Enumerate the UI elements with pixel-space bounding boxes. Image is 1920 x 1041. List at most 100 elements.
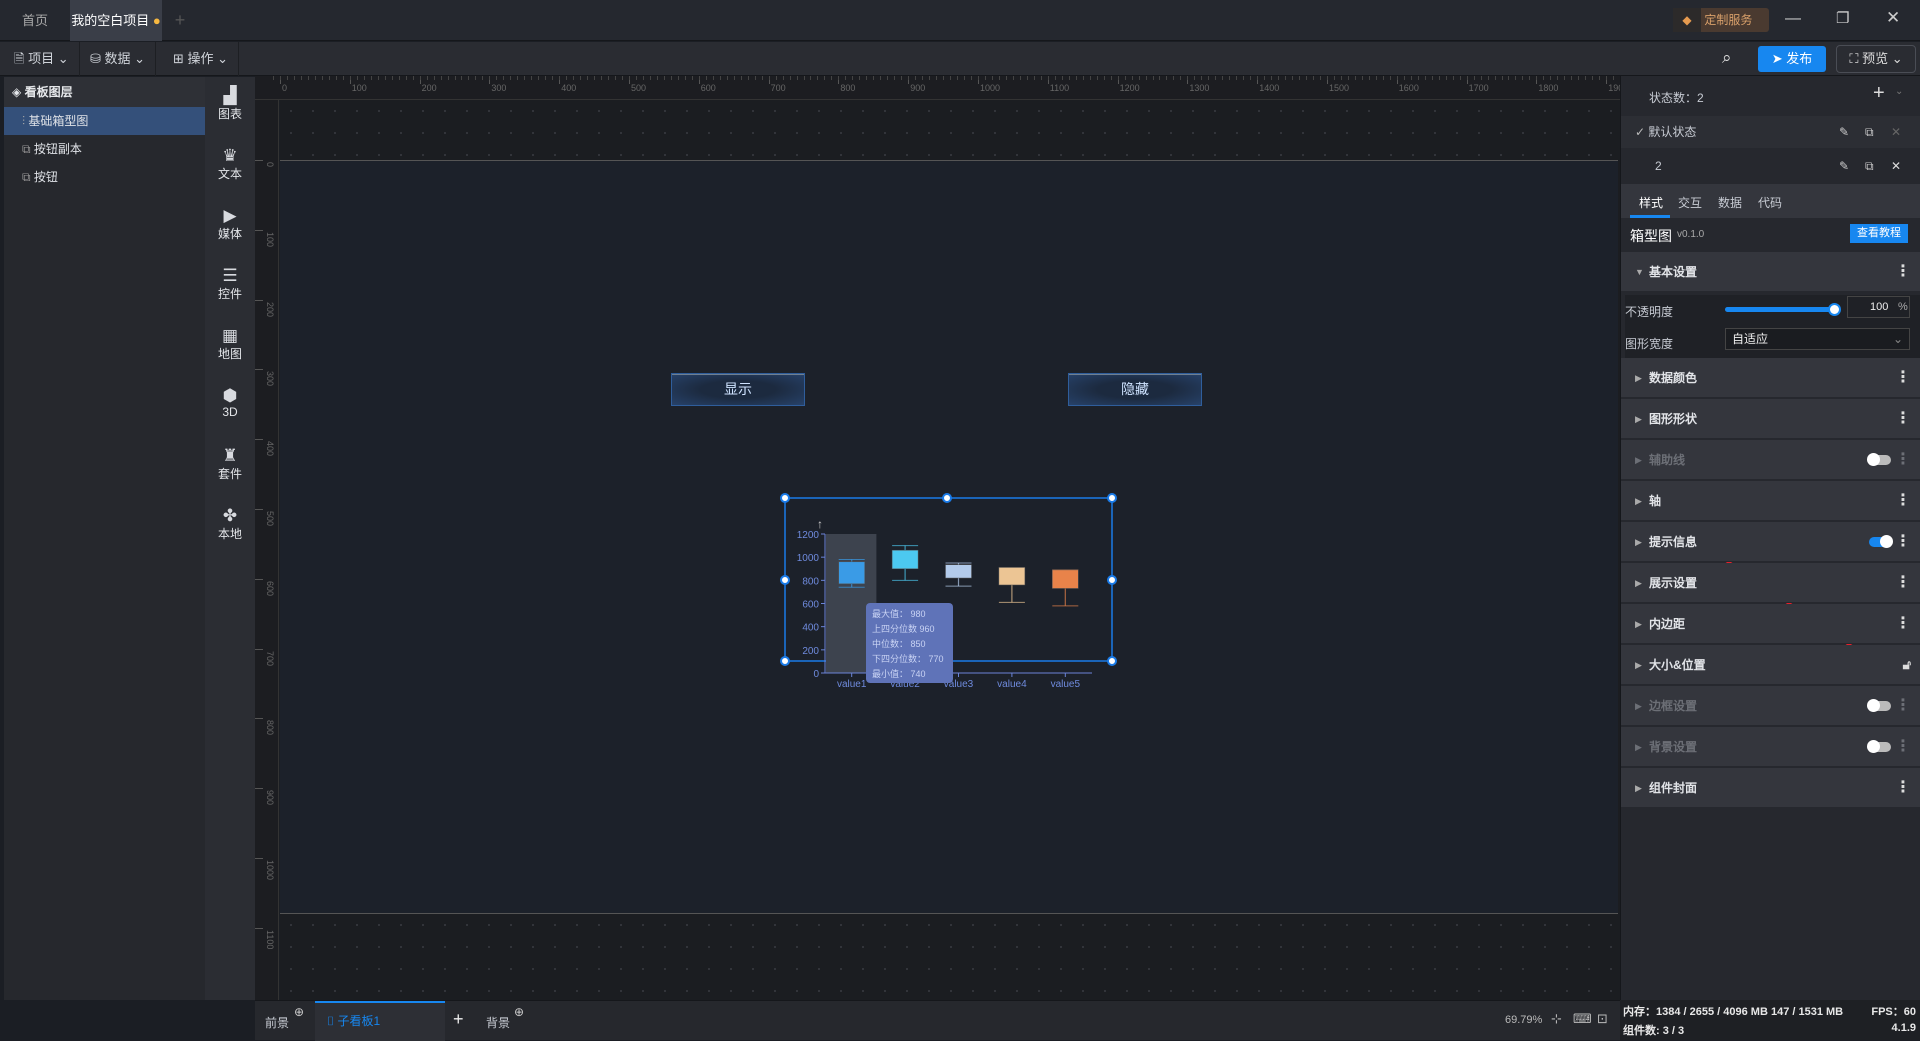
ruler-minor-tick	[482, 76, 484, 80]
section-5[interactable]: ▶ 展示设置 ⋮	[1621, 563, 1920, 603]
add-board-button[interactable]: +	[453, 1009, 464, 1030]
fit-screen-icon[interactable]: ⊹	[1551, 1011, 1562, 1027]
box-value3[interactable]	[945, 562, 972, 587]
ruler-minor-tick	[286, 76, 288, 80]
zoom-level[interactable]: 69.79%	[1505, 1014, 1542, 1026]
iconbar-item-6[interactable]: ♜ 套件	[205, 447, 255, 482]
layer-item[interactable]: ⫶ 基础箱型图	[4, 107, 205, 135]
ruler-minor-tick	[1522, 76, 1524, 80]
resize-handle[interactable]	[1107, 656, 1117, 666]
terminal-icon[interactable]: ⊡	[1597, 1011, 1608, 1027]
section-7[interactable]: ▶ 大小&位置 🔓︎	[1621, 645, 1920, 685]
resize-handle[interactable]	[780, 575, 790, 585]
iconbar-item-2[interactable]: ▶ 媒体	[205, 207, 255, 242]
ruler-minor-tick	[608, 76, 610, 80]
custom-service-button[interactable]: ◆ 定制服务	[1673, 8, 1769, 32]
ruler-label: 200	[265, 301, 275, 317]
iconbar-item-7[interactable]: ✤ 本地	[205, 507, 255, 542]
ruler-minor-tick	[915, 76, 917, 80]
more-icon[interactable]: ⋮	[1895, 440, 1911, 480]
more-icon[interactable]: ⋮	[1895, 481, 1911, 521]
more-icon[interactable]: ⋮	[1895, 604, 1911, 644]
background-tab[interactable]: 背景	[486, 1014, 510, 1031]
box-value1[interactable]	[838, 558, 865, 588]
box-value2[interactable]	[891, 545, 919, 581]
keyboard-icon[interactable]: ⌨	[1573, 1011, 1592, 1027]
close-button[interactable]: ✕	[1886, 8, 1900, 28]
section-1[interactable]: ▶ 图形形状 ⋮	[1621, 399, 1920, 439]
section-toggle[interactable]	[1869, 535, 1893, 548]
section-toggle[interactable]	[1867, 453, 1891, 466]
more-icon[interactable]: ⋮	[1895, 358, 1911, 398]
section-label: 内边距	[1649, 617, 1686, 631]
menu-operate[interactable]: ⊞ 操作 ⌄	[163, 42, 240, 76]
add-background-icon[interactable]: ⊕	[514, 1005, 524, 1019]
layer-item[interactable]: ⧉ 按钮副本	[4, 135, 205, 163]
section-10[interactable]: ▶ 组件封面 ⋮	[1621, 768, 1920, 808]
add-tab-button[interactable]: +	[165, 0, 195, 41]
ruler-minor-tick	[475, 76, 477, 80]
resize-handle[interactable]	[1107, 493, 1117, 503]
section-toggle[interactable]	[1867, 699, 1891, 712]
more-icon[interactable]: ⋮	[1895, 727, 1911, 767]
ruler-minor-tick	[1452, 76, 1454, 80]
iconbar-label: 控件	[217, 287, 242, 301]
foreground-tab[interactable]: 前景	[265, 1014, 289, 1031]
show-button[interactable]: 显示	[671, 373, 805, 406]
more-icon[interactable]: ⋮	[1895, 522, 1911, 562]
resize-handle[interactable]	[780, 656, 790, 666]
tab-project[interactable]: 我的空白项目 ●	[70, 0, 162, 41]
ruler-minor-tick	[635, 76, 637, 80]
preview-button[interactable]: ⛶ 预览 ⌄	[1836, 45, 1916, 73]
ruler-label: 500	[265, 511, 275, 527]
more-icon[interactable]: ⋮	[1895, 399, 1911, 439]
section-8[interactable]: ▶ 边框设置 ⋮	[1621, 686, 1920, 726]
ruler-minor-tick	[531, 76, 533, 80]
more-icon[interactable]: ⋮	[1895, 768, 1911, 808]
more-icon[interactable]: ⋮	[1895, 563, 1911, 603]
lock-icon[interactable]: 🔓︎	[1903, 645, 1911, 685]
layer-item[interactable]: ⧉ 按钮	[4, 163, 205, 191]
iconbar-label: 本地	[217, 527, 242, 541]
menu-data[interactable]: ⛁ 数据 ⌄	[80, 42, 157, 76]
iconbar-item-3[interactable]: ☰ 控件	[205, 267, 255, 302]
section-4[interactable]: ▶ 提示信息 ⋮	[1621, 522, 1920, 562]
caret-right-icon: ▶	[1635, 701, 1642, 711]
resize-handle[interactable]	[942, 493, 952, 503]
ruler-minor-tick	[1215, 76, 1217, 80]
ruler-minor-tick	[978, 76, 979, 80]
minimize-button[interactable]: —	[1785, 10, 1801, 28]
ruler-minor-tick	[377, 76, 379, 80]
more-icon[interactable]: ⋮	[1895, 686, 1911, 726]
tab-label: 我的空白项目	[71, 13, 150, 28]
ruler-tick	[255, 369, 263, 371]
tab-home[interactable]: 首页	[0, 0, 70, 41]
resize-handle[interactable]	[1107, 575, 1117, 585]
iconbar-item-0[interactable]: ▟ 图表	[205, 87, 255, 122]
menu-project[interactable]: 🗎 项目 ⌄	[4, 42, 80, 76]
section-2[interactable]: ▶ 辅助线 ⋮	[1621, 440, 1920, 480]
section-6[interactable]: ▶ 内边距 ⋮	[1621, 604, 1920, 644]
hide-button[interactable]: 隐藏	[1068, 373, 1202, 406]
ruler-minor-tick	[754, 76, 756, 80]
add-foreground-icon[interactable]: ⊕	[294, 1005, 304, 1019]
section-toggle[interactable]	[1867, 740, 1891, 753]
section-3[interactable]: ▶ 轴 ⋮	[1621, 481, 1920, 521]
ruler-minor-tick	[1285, 76, 1287, 80]
publish-button[interactable]: ➤ 发布	[1758, 46, 1826, 72]
ruler-minor-tick	[1250, 76, 1252, 80]
iconbar-item-4[interactable]: ▦ 地图	[205, 327, 255, 362]
iconbar-item-5[interactable]: ⬢ 3D	[205, 387, 255, 420]
ruler-minor-tick	[998, 76, 1000, 80]
restore-button[interactable]: ❐	[1836, 9, 1849, 27]
ruler-minor-tick	[335, 76, 337, 80]
section-9[interactable]: ▶ 背景设置 ⋮	[1621, 727, 1920, 767]
search-icon[interactable]: ⌕	[1722, 48, 1732, 68]
iconbar-item-1[interactable]: ♛ 文本	[205, 147, 255, 182]
section-0[interactable]: ▶ 数据颜色 ⋮	[1621, 358, 1920, 398]
box-value4[interactable]	[998, 567, 1026, 603]
resize-handle[interactable]	[780, 493, 790, 503]
menu-label: 数据	[104, 51, 131, 66]
box-value5[interactable]	[1052, 569, 1079, 607]
board-tab[interactable]: ⌷ 子看板1	[315, 1001, 445, 1041]
